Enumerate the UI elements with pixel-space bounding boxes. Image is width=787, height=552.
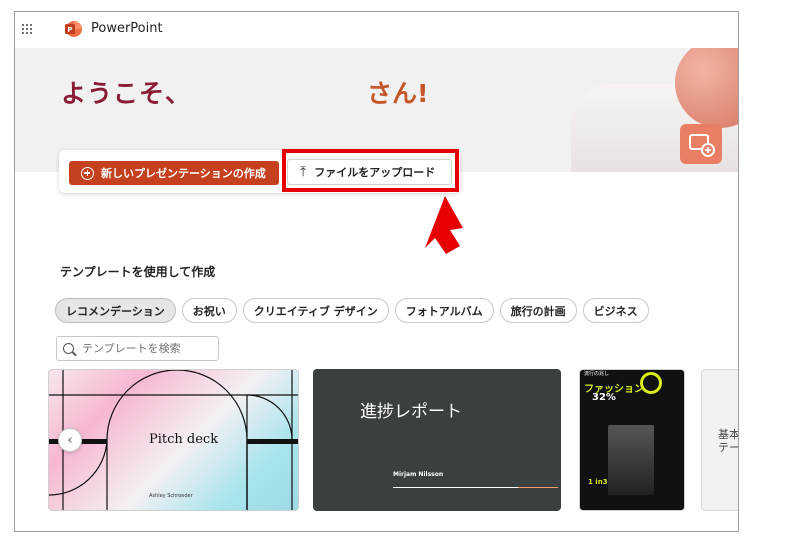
category-tab-business[interactable]: ビジネス	[582, 298, 649, 323]
red-pointer-arrow-icon	[425, 196, 463, 254]
add-circle-icon	[81, 166, 94, 180]
divider-line	[393, 487, 518, 488]
category-tab-creative-design[interactable]: クリエイティブ デザイン	[242, 298, 389, 323]
template-card-pitch-deck[interactable]: Pitch deck Ashley Schroeder	[48, 369, 299, 511]
carousel-previous-button[interactable]: ‹	[58, 428, 82, 452]
category-tab-celebration[interactable]: お祝い	[181, 298, 237, 323]
template-stat: 32%	[592, 392, 616, 403]
template-author: Mirjam Nilsson	[393, 471, 444, 478]
app-title[interactable]: PowerPoint	[91, 21, 163, 36]
category-tab-travel-plan[interactable]: 旅行の計画	[499, 298, 577, 323]
template-search	[56, 336, 219, 361]
template-card-basic[interactable]: 基本 テー	[701, 369, 739, 511]
template-card-fashion[interactable]: 流行の兆し ファッション 32% 1 in3	[579, 369, 685, 511]
new-presentation-button[interactable]: 新しいプレゼンテーションの作成	[69, 161, 279, 185]
welcome-greeting: ようこそ、	[61, 79, 192, 108]
top-bar: P PowerPoint	[15, 12, 738, 48]
chevron-left-icon: ‹	[67, 432, 73, 448]
svg-text:P: P	[67, 26, 72, 34]
template-author: Ashley Schroeder	[149, 493, 193, 499]
powerpoint-logo-icon: P	[65, 21, 82, 37]
category-tab-recommendation[interactable]: レコメンデーション	[55, 298, 176, 323]
fashion-photo	[608, 425, 654, 495]
template-category-tabs: レコメンデーション お祝い クリエイティブ デザイン フォトアルバム 旅行の計画…	[55, 298, 655, 323]
template-title: 進捗レポート	[360, 402, 462, 422]
template-title: Pitch deck	[149, 432, 219, 447]
template-card-progress-report[interactable]: 進捗レポート Mirjam Nilsson	[313, 369, 561, 511]
app-launcher-icon[interactable]	[22, 24, 33, 35]
app-window: P PowerPoint ようこそ、 さん! 新しいプレゼンテーションの作成 ⤒…	[14, 11, 739, 532]
search-icon	[63, 343, 74, 354]
template-title-text: 基本 テー	[718, 428, 739, 454]
template-title: 基本 テー	[718, 428, 739, 454]
template-search-input[interactable]	[82, 342, 212, 355]
new-presentation-label: 新しいプレゼンテーションの作成	[101, 167, 266, 180]
template-value: 1 in3	[588, 478, 608, 486]
template-subtitle: 流行の兆し	[584, 371, 610, 377]
category-tab-photo-album[interactable]: フォトアルバム	[394, 298, 494, 323]
welcome-greeting-suffix: さん!	[367, 79, 429, 108]
templates-section-title: テンプレートを使用して作成	[60, 265, 216, 279]
new-slide-icon	[680, 124, 722, 164]
